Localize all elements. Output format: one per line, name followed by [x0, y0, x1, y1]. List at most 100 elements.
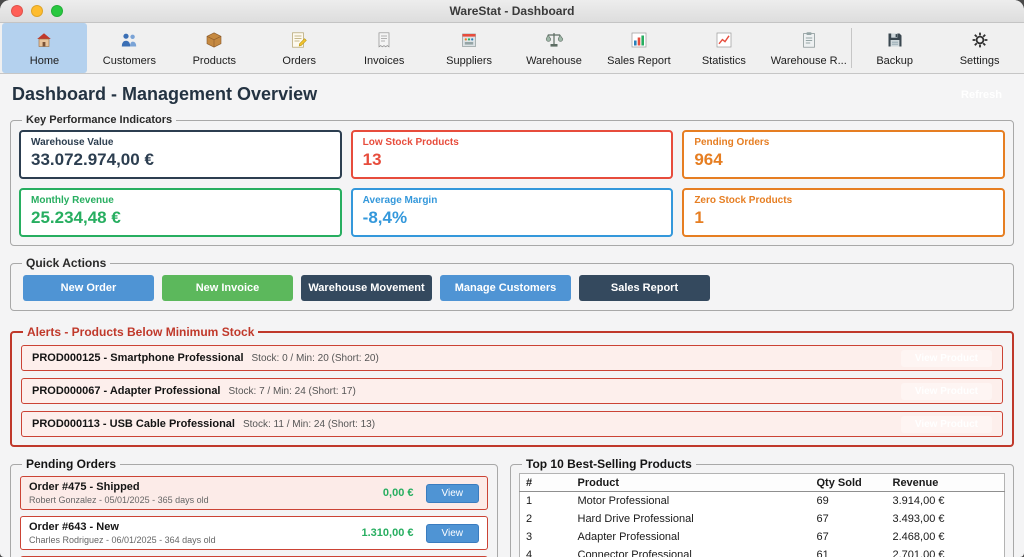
kpi-label: Zero Stock Products [694, 195, 793, 206]
kpi-label: Pending Orders [694, 137, 770, 148]
page-header: Dashboard - Management Overview Refresh [12, 84, 1012, 105]
table-row[interactable]: 1 Motor Professional 69 3.914,00 € [520, 492, 1005, 511]
kpi-card-average-margin: Average Margin -8,4% [350, 188, 674, 237]
column-header-qty[interactable]: Qty Sold [810, 473, 887, 492]
dashboard-content: Dashboard - Management Overview Refresh … [0, 74, 1024, 557]
maximize-button[interactable] [51, 5, 63, 17]
alert-row: PROD000125 - Smartphone Professional Sto… [21, 345, 1003, 371]
alert-product-name: PROD000125 - Smartphone Professional [32, 352, 244, 364]
view-product-button[interactable]: View Product [900, 349, 992, 367]
alerts-section: Alerts - Products Below Minimum Stock PR… [10, 325, 1014, 447]
toolbar-label: Sales Report [607, 54, 671, 67]
toolbar-label: Statistics [701, 54, 746, 67]
products-icon [204, 30, 224, 53]
kpi-card-monthly-revenue: Monthly Revenue 25.234,48 € [19, 188, 342, 237]
alert-stock-detail: Stock: 0 / Min: 20 (Short: 20) [251, 352, 379, 364]
cell-product: Hard Drive Professional [577, 513, 694, 525]
cell-rank: 2 [526, 513, 533, 525]
column-header-revenue[interactable]: Revenue [886, 473, 1005, 492]
quick-actions-row: New Order New Invoice Warehouse Movement… [19, 272, 1005, 302]
kpi-card-low-stock: Low Stock Products 13 [350, 130, 674, 179]
cell-qty: 67 [816, 531, 829, 543]
order-info: Order #643 - New Charles Rodriguez - 06/… [29, 521, 356, 545]
manage-customers-button[interactable]: Manage Customers [440, 275, 571, 301]
toolbar-label: Invoices [363, 54, 405, 67]
toolbar-item-suppliers[interactable]: Suppliers [427, 23, 512, 73]
pending-orders-section: Pending Orders Order #475 - Shipped Robe… [10, 457, 498, 557]
toolbar-item-home[interactable]: Home [2, 23, 87, 73]
toolbar-item-statistics[interactable]: Statistics [681, 23, 766, 73]
kpi-label: Monthly Revenue [31, 195, 114, 206]
close-button[interactable] [11, 5, 23, 17]
toolbar-item-backup[interactable]: Backup [852, 23, 937, 73]
toolbar-item-settings[interactable]: Settings [937, 23, 1022, 73]
toolbar-item-sales-report[interactable]: Sales Report [596, 23, 681, 73]
cell-rank: 4 [526, 549, 533, 557]
quick-actions-section: Quick Actions New Order New Invoice Ware… [10, 256, 1014, 311]
quick-actions-title: Quick Actions [26, 256, 107, 270]
kpi-card-pending-orders: Pending Orders 964 [682, 130, 1005, 179]
cell-revenue: 3.493,00 € [892, 513, 945, 525]
alert-stock-detail: Stock: 11 / Min: 24 (Short: 13) [242, 418, 376, 430]
window-controls [11, 5, 63, 17]
invoices-icon [374, 30, 394, 53]
sales-report-icon [629, 30, 649, 53]
alert-product-name: PROD000067 - Adapter Professional [32, 385, 221, 397]
order-amount: 0,00 € [382, 487, 414, 499]
toolbar-label: Backup [876, 54, 914, 67]
table-row[interactable]: 3 Adapter Professional 67 2.468,00 € [520, 528, 1005, 546]
view-product-button[interactable]: View Product [900, 382, 992, 400]
refresh-button[interactable]: Refresh [951, 86, 1012, 104]
view-product-button[interactable]: View Product [900, 415, 992, 433]
toolbar-item-products[interactable]: Products [172, 23, 257, 73]
warehouse-movement-button[interactable]: Warehouse Movement [301, 275, 432, 301]
toolbar-label: Warehouse [526, 54, 582, 67]
kpi-section-title: Key Performance Indicators [26, 114, 173, 126]
kpi-value: 13 [362, 150, 382, 169]
toolbar-label: Products [192, 54, 237, 67]
toolbar-label: Orders [282, 54, 317, 67]
top-products-section: Top 10 Best-Selling Products # Product Q… [510, 457, 1014, 557]
new-invoice-button[interactable]: New Invoice [162, 275, 293, 301]
new-order-button[interactable]: New Order [23, 275, 154, 301]
toolbar-item-warehouse-report[interactable]: Warehouse R... [766, 23, 851, 73]
home-icon [34, 30, 54, 53]
column-header-product[interactable]: Product [571, 473, 811, 492]
sales-report-button[interactable]: Sales Report [579, 275, 710, 301]
table-row[interactable]: 2 Hard Drive Professional 67 3.493,00 € [520, 510, 1005, 528]
order-subtitle: Charles Rodriguez - 06/01/2025 - 364 day… [29, 535, 216, 545]
cell-product: Adapter Professional [577, 531, 680, 543]
alert-row: PROD000067 - Adapter Professional Stock:… [21, 378, 1003, 404]
cell-qty: 69 [816, 495, 829, 507]
table-header-row: # Product Qty Sold Revenue [519, 473, 1005, 492]
top-products-title: Top 10 Best-Selling Products [526, 457, 692, 471]
order-title: Order #643 - New [29, 521, 119, 533]
kpi-label: Low Stock Products [362, 137, 459, 148]
toolbar-item-orders[interactable]: Orders [257, 23, 342, 73]
statistics-icon [714, 30, 734, 53]
kpi-grid: Warehouse Value 33.072.974,00 € Low Stoc… [19, 128, 1005, 237]
cell-product: Connector Professional [577, 549, 692, 557]
kpi-label: Warehouse Value [31, 137, 114, 148]
cell-revenue: 2.701,00 € [892, 549, 945, 557]
toolbar-item-customers[interactable]: Customers [87, 23, 172, 73]
kpi-value: 25.234,48 € [31, 208, 121, 227]
kpi-value: 33.072.974,00 € [31, 150, 154, 169]
minimize-button[interactable] [31, 5, 43, 17]
app-window: WareStat - Dashboard Home Customers Prod… [0, 0, 1024, 557]
column-header-rank[interactable]: # [519, 473, 572, 492]
toolbar-item-invoices[interactable]: Invoices [342, 23, 427, 73]
table-row[interactable]: 4 Connector Professional 61 2.701,00 € [520, 546, 1005, 557]
view-order-button[interactable]: View [425, 483, 479, 503]
warehouse-icon [544, 30, 564, 53]
kpi-label: Average Margin [362, 195, 438, 206]
alert-row: PROD000113 - USB Cable Professional Stoc… [21, 411, 1003, 437]
kpi-value: -8,4% [362, 208, 408, 227]
cell-qty: 61 [816, 549, 829, 557]
view-order-button[interactable]: View [425, 523, 479, 543]
kpi-value: 964 [694, 150, 723, 169]
bottom-panels: Pending Orders Order #475 - Shipped Robe… [10, 457, 1014, 557]
title-bar: WareStat - Dashboard [0, 0, 1024, 23]
toolbar-item-warehouse[interactable]: Warehouse [512, 23, 597, 73]
alert-stock-detail: Stock: 7 / Min: 24 (Short: 17) [228, 385, 356, 397]
